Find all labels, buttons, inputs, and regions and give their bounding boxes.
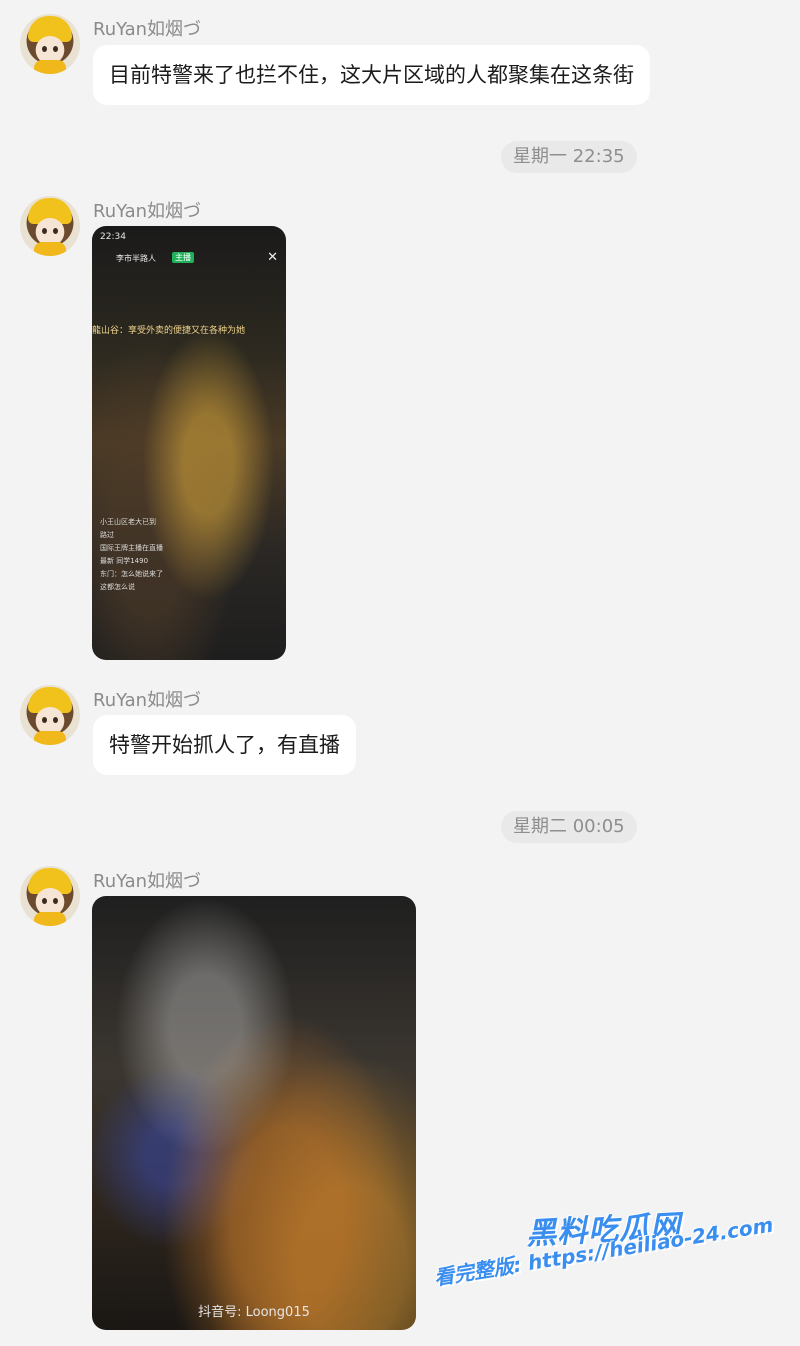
sender-name: RuYan如烟づ — [93, 19, 202, 40]
comment: 小王山区老大已到 — [100, 518, 156, 526]
avatar[interactable] — [20, 685, 80, 745]
message-bubble[interactable]: 特警开始抓人了，有直播 — [93, 715, 356, 775]
eye-icon — [42, 717, 47, 723]
avatar[interactable] — [20, 866, 80, 926]
message-bubble[interactable]: 目前特警来了也拦不住，这大片区域的人都聚集在这条街 — [93, 45, 650, 105]
body-icon — [34, 242, 66, 256]
sender-name: RuYan如烟づ — [93, 690, 202, 711]
timestamp: 星期一 22:35 — [501, 141, 637, 173]
sender-name: RuYan如烟づ — [93, 201, 202, 222]
avatar[interactable] — [20, 196, 80, 256]
streamer-badge: 主播 — [172, 252, 194, 263]
video-caption: 抖音号: Loong015 — [198, 1305, 310, 1320]
comment: 国际王牌主播在直播 — [100, 544, 163, 552]
eye-icon — [53, 46, 58, 52]
eye-icon — [42, 46, 47, 52]
face-icon — [36, 707, 64, 733]
street-crowd-photo[interactable]: 抖音号: Loong015 — [92, 896, 416, 1330]
status-time: 22:34 — [100, 232, 126, 242]
livestream-screenshot[interactable]: 22:34 李市半路人 主播 ✕ 龍山谷：享受外卖的便捷又在各种为她 小王山区老… — [92, 226, 286, 660]
close-icon: ✕ — [267, 250, 278, 265]
body-icon — [34, 731, 66, 745]
comment: 最新 同学1490 — [100, 557, 149, 565]
comment: 路过 — [100, 531, 114, 539]
streamer-name: 李市半路人 — [116, 254, 156, 263]
eye-icon — [42, 228, 47, 234]
face-icon — [36, 218, 64, 244]
avatar[interactable] — [20, 14, 80, 74]
eye-icon — [53, 898, 58, 904]
stream-banner: 龍山谷：享受外卖的便捷又在各种为她 — [92, 326, 246, 336]
comment-list: 小王山区老大已到 路过 国际王牌主播在直播 最新 同学1490 东门：怎么她说来… — [100, 516, 250, 594]
body-icon — [34, 912, 66, 926]
comment: 东门：怎么她说来了 — [100, 570, 163, 578]
comment: 这都怎么说 — [100, 583, 135, 591]
sender-name: RuYan如烟づ — [93, 871, 202, 892]
timestamp: 星期二 00:05 — [501, 811, 637, 843]
eye-icon — [42, 898, 47, 904]
face-icon — [36, 36, 64, 62]
eye-icon — [53, 228, 58, 234]
face-icon — [36, 888, 64, 914]
eye-icon — [53, 717, 58, 723]
body-icon — [34, 60, 66, 74]
